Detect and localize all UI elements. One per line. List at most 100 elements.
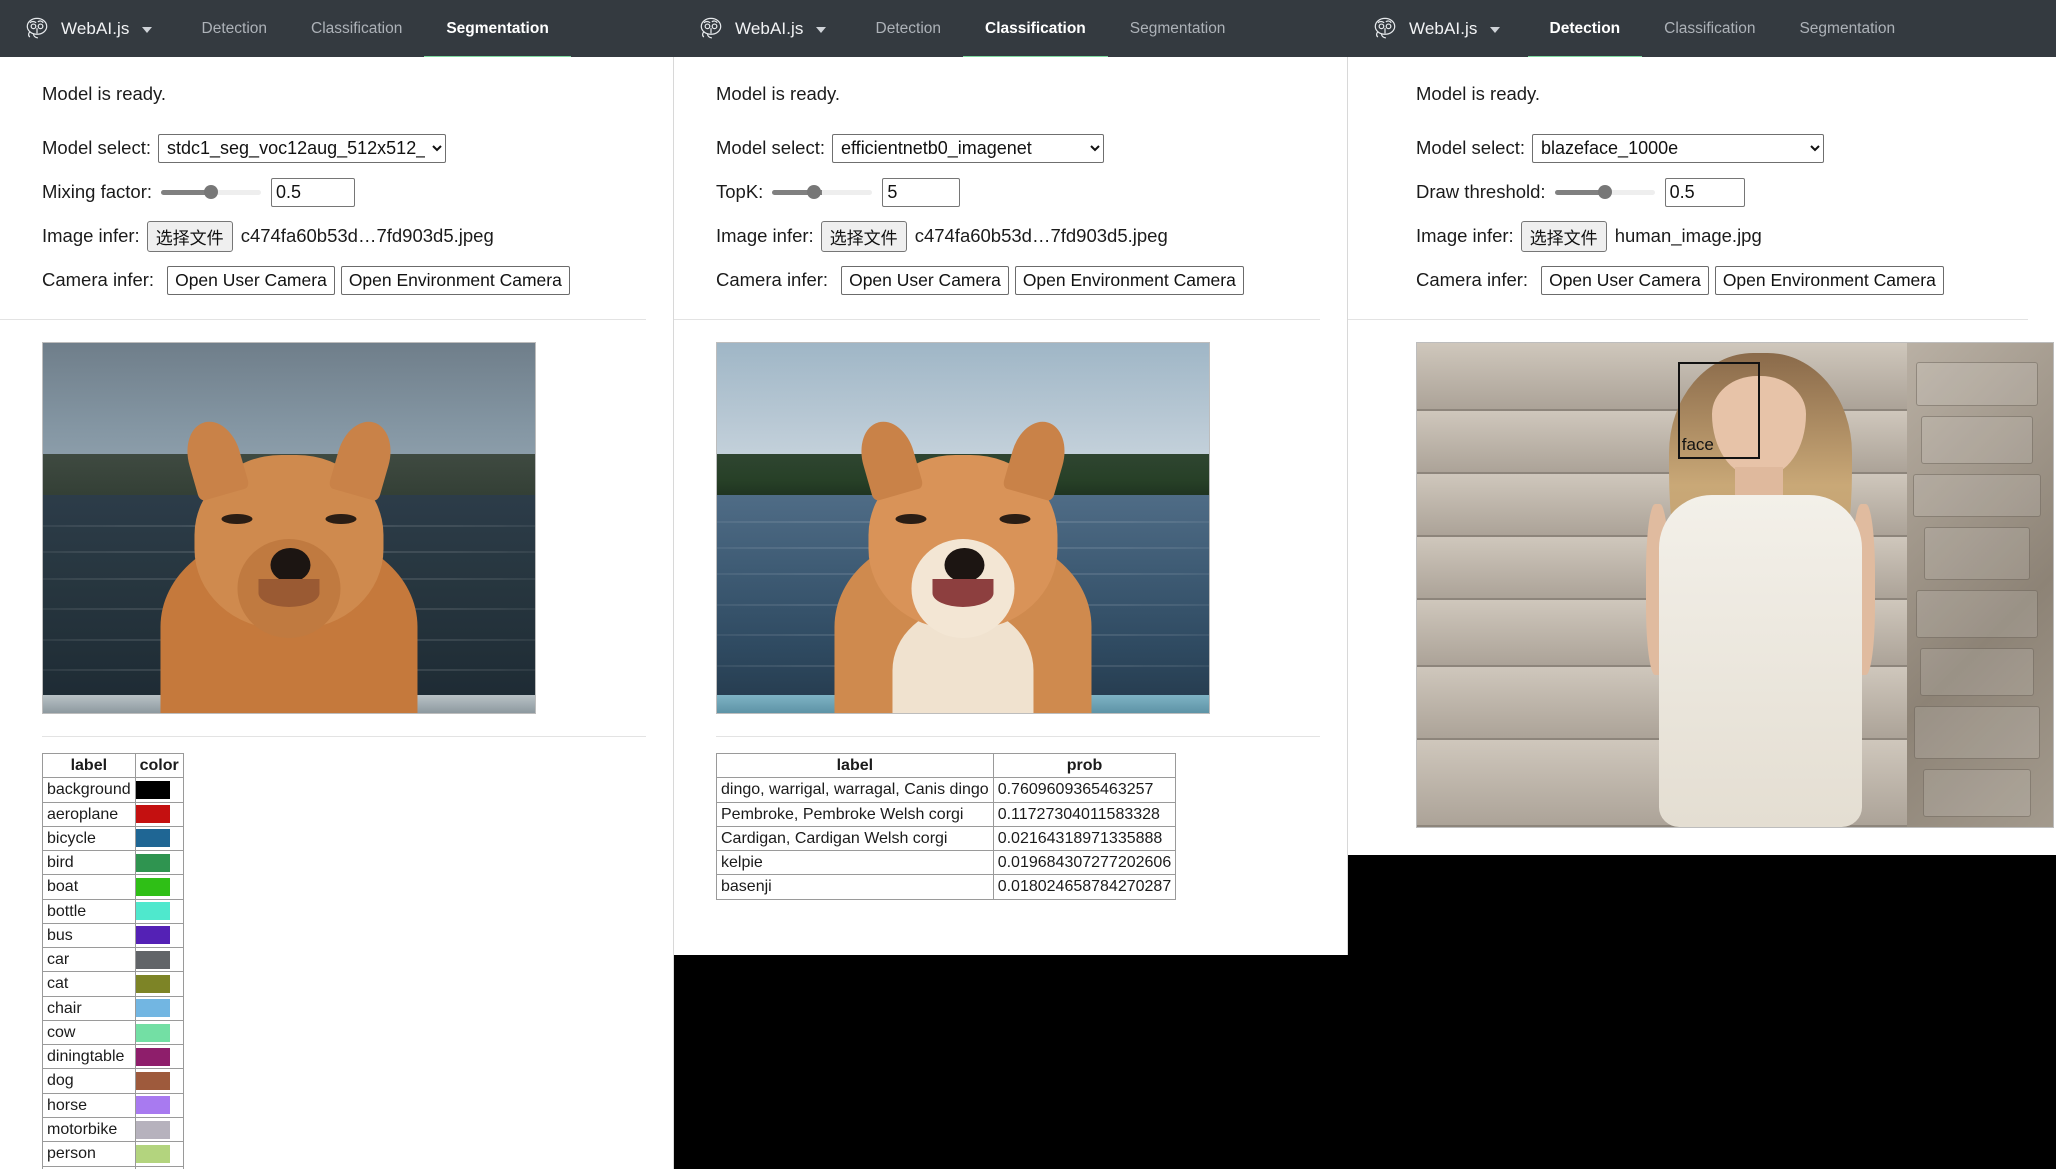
open-environment-camera-button[interactable]: Open Environment Camera (1014, 265, 1244, 295)
open-user-camera-button[interactable]: Open User Camera (841, 265, 1009, 295)
legend-color-cell (134, 898, 184, 924)
legend-color-cell (134, 850, 184, 876)
table-row: background (42, 777, 184, 803)
brand-name: WebAI.js (1409, 18, 1478, 38)
legend-color-cell (134, 971, 184, 997)
image-infer-label: Image infer: (42, 225, 140, 246)
camera-infer-label: Camera infer: (42, 269, 155, 290)
tab-classification[interactable]: Classification (289, 0, 424, 57)
person-subject (1633, 352, 1887, 827)
result-label-cell: Cardigan, Cardigan Welsh corgi (716, 825, 994, 852)
tab-classification[interactable]: Classification (1642, 0, 1777, 57)
mixing-factor-slider[interactable] (161, 183, 262, 201)
legend-color-cell (134, 1044, 184, 1070)
classification-results-wrap: label prob dingo, warrigal, warragal, Ca… (674, 737, 1348, 900)
segmentation-legend-wrap: label color background aeroplane bicycle bi… (0, 737, 674, 1169)
legend-label-cell: bird (42, 850, 136, 876)
camera-infer-row: Camera infer: Open User Camera Open Envi… (716, 261, 1320, 299)
col-label: label (716, 752, 994, 779)
chosen-file-name: human_image.jpg (1614, 225, 1762, 246)
result-label-cell: Pembroke, Pembroke Welsh corgi (716, 801, 994, 827)
model-select-label: Model select: (1416, 137, 1525, 158)
detection-result-image: face (1416, 342, 2054, 828)
legend-color-cell (134, 947, 184, 973)
model-select-row: Model select: stdc1_seg_voc12aug_512x512… (42, 129, 646, 167)
model-select[interactable]: stdc1_seg_voc12aug_512x512_40k (158, 133, 446, 163)
detection-output-wrap: face (1348, 320, 2056, 828)
open-user-camera-button[interactable]: Open User Camera (1541, 265, 1709, 295)
segmentation-legend-table: label color background aeroplane bicycle bi… (42, 752, 184, 1169)
mixing-factor-label: Mixing factor: (42, 181, 153, 202)
classification-image-wrap (674, 320, 1348, 737)
legend-label-cell: chair (42, 995, 136, 1021)
legend-color-cell (134, 801, 184, 827)
segmentation-output-wrap (0, 320, 674, 737)
legend-color-cell (134, 1068, 184, 1094)
choose-file-button[interactable]: 选择文件 (146, 220, 233, 252)
choose-file-button[interactable]: 选择文件 (1520, 220, 1607, 252)
brand-name: WebAI.js (735, 18, 804, 38)
color-swatch (135, 829, 170, 848)
tab-classification[interactable]: Classification (963, 0, 1108, 57)
brand-classification[interactable]: WebAI.js (696, 14, 826, 44)
color-swatch (135, 853, 170, 872)
color-swatch (135, 1047, 170, 1066)
tab-segmentation[interactable]: Segmentation (1777, 0, 1917, 57)
camera-infer-row: Camera infer: Open User Camera Open Envi… (42, 261, 646, 299)
brain-logo-icon (1374, 17, 1396, 38)
table-row: chair (42, 995, 184, 1021)
result-prob-cell: 0.018024658784270287 (992, 874, 1177, 900)
mixing-factor-row: Mixing factor: (42, 173, 646, 211)
table-row: car (42, 947, 184, 973)
open-environment-camera-button[interactable]: Open Environment Camera (340, 265, 570, 295)
segmentation-legend-body: background aeroplane bicycle bird boat bottle… (42, 777, 184, 1169)
panel-segmentation: WebAI.js Detection Classification Segmen… (0, 0, 674, 1169)
tab-segmentation[interactable]: Segmentation (1108, 0, 1248, 57)
brand-detection[interactable]: WebAI.js (1370, 14, 1500, 44)
tab-detection[interactable]: Detection (180, 0, 289, 57)
panel-classification: WebAI.js Detection Classification Segmen… (674, 0, 1348, 1169)
topk-input[interactable] (882, 177, 961, 207)
color-swatch (135, 1144, 170, 1163)
col-prob: prob (992, 752, 1177, 779)
color-swatch (135, 780, 170, 799)
color-swatch (135, 1120, 170, 1139)
table-row: bottle (42, 898, 184, 924)
open-environment-camera-button[interactable]: Open Environment Camera (1714, 265, 1944, 295)
col-label: label (42, 752, 136, 779)
model-select[interactable]: blazeface_1000e (1532, 133, 1824, 163)
brand-segmentation[interactable]: WebAI.js (22, 14, 152, 44)
draw-threshold-slider[interactable] (1554, 183, 1655, 201)
brain-logo-icon (26, 17, 48, 38)
model-select-label: Model select: (716, 137, 825, 158)
color-swatch (135, 950, 170, 969)
color-swatch (135, 926, 170, 945)
controls-segmentation: Model is ready. Model select: stdc1_seg_… (0, 57, 646, 320)
legend-color-cell (134, 922, 184, 949)
tab-detection[interactable]: Detection (1527, 0, 1643, 57)
topk-slider[interactable] (772, 183, 873, 201)
tab-segmentation[interactable]: Segmentation (424, 0, 572, 57)
model-select[interactable]: efficientnetb0_imagenet (832, 133, 1104, 163)
legend-label-cell: motorbike (42, 1116, 136, 1143)
navbar-segmentation: WebAI.js Detection Classification Segmen… (0, 0, 674, 57)
result-label-cell: basenji (716, 874, 994, 900)
draw-threshold-input[interactable] (1664, 177, 1745, 207)
choose-file-button[interactable]: 选择文件 (820, 220, 907, 252)
dog-subject (810, 402, 1115, 713)
chevron-down-icon (141, 26, 152, 33)
camera-infer-label: Camera infer: (716, 269, 829, 290)
result-prob-cell: 0.11727304011583328 (992, 801, 1177, 827)
image-infer-label: Image infer: (716, 225, 814, 246)
open-user-camera-button[interactable]: Open User Camera (167, 265, 335, 295)
chosen-file-name: c474fa60b53d…7fd903d5.jpeg (914, 225, 1168, 246)
result-label-cell: dingo, warrigal, warragal, Canis dingo (716, 777, 994, 803)
classification-results-table: label prob dingo, warrigal, warragal, Ca… (716, 752, 1177, 900)
mixing-factor-input[interactable] (271, 177, 356, 207)
legend-color-cell (134, 995, 184, 1021)
controls-classification: Model is ready. Model select: efficientn… (674, 57, 1320, 320)
result-label-cell: kelpie (716, 850, 994, 876)
model-select-row: Model select: efficientnetb0_imagenet (716, 129, 1320, 167)
tab-detection[interactable]: Detection (854, 0, 963, 57)
black-video-placeholder (674, 955, 1348, 1169)
